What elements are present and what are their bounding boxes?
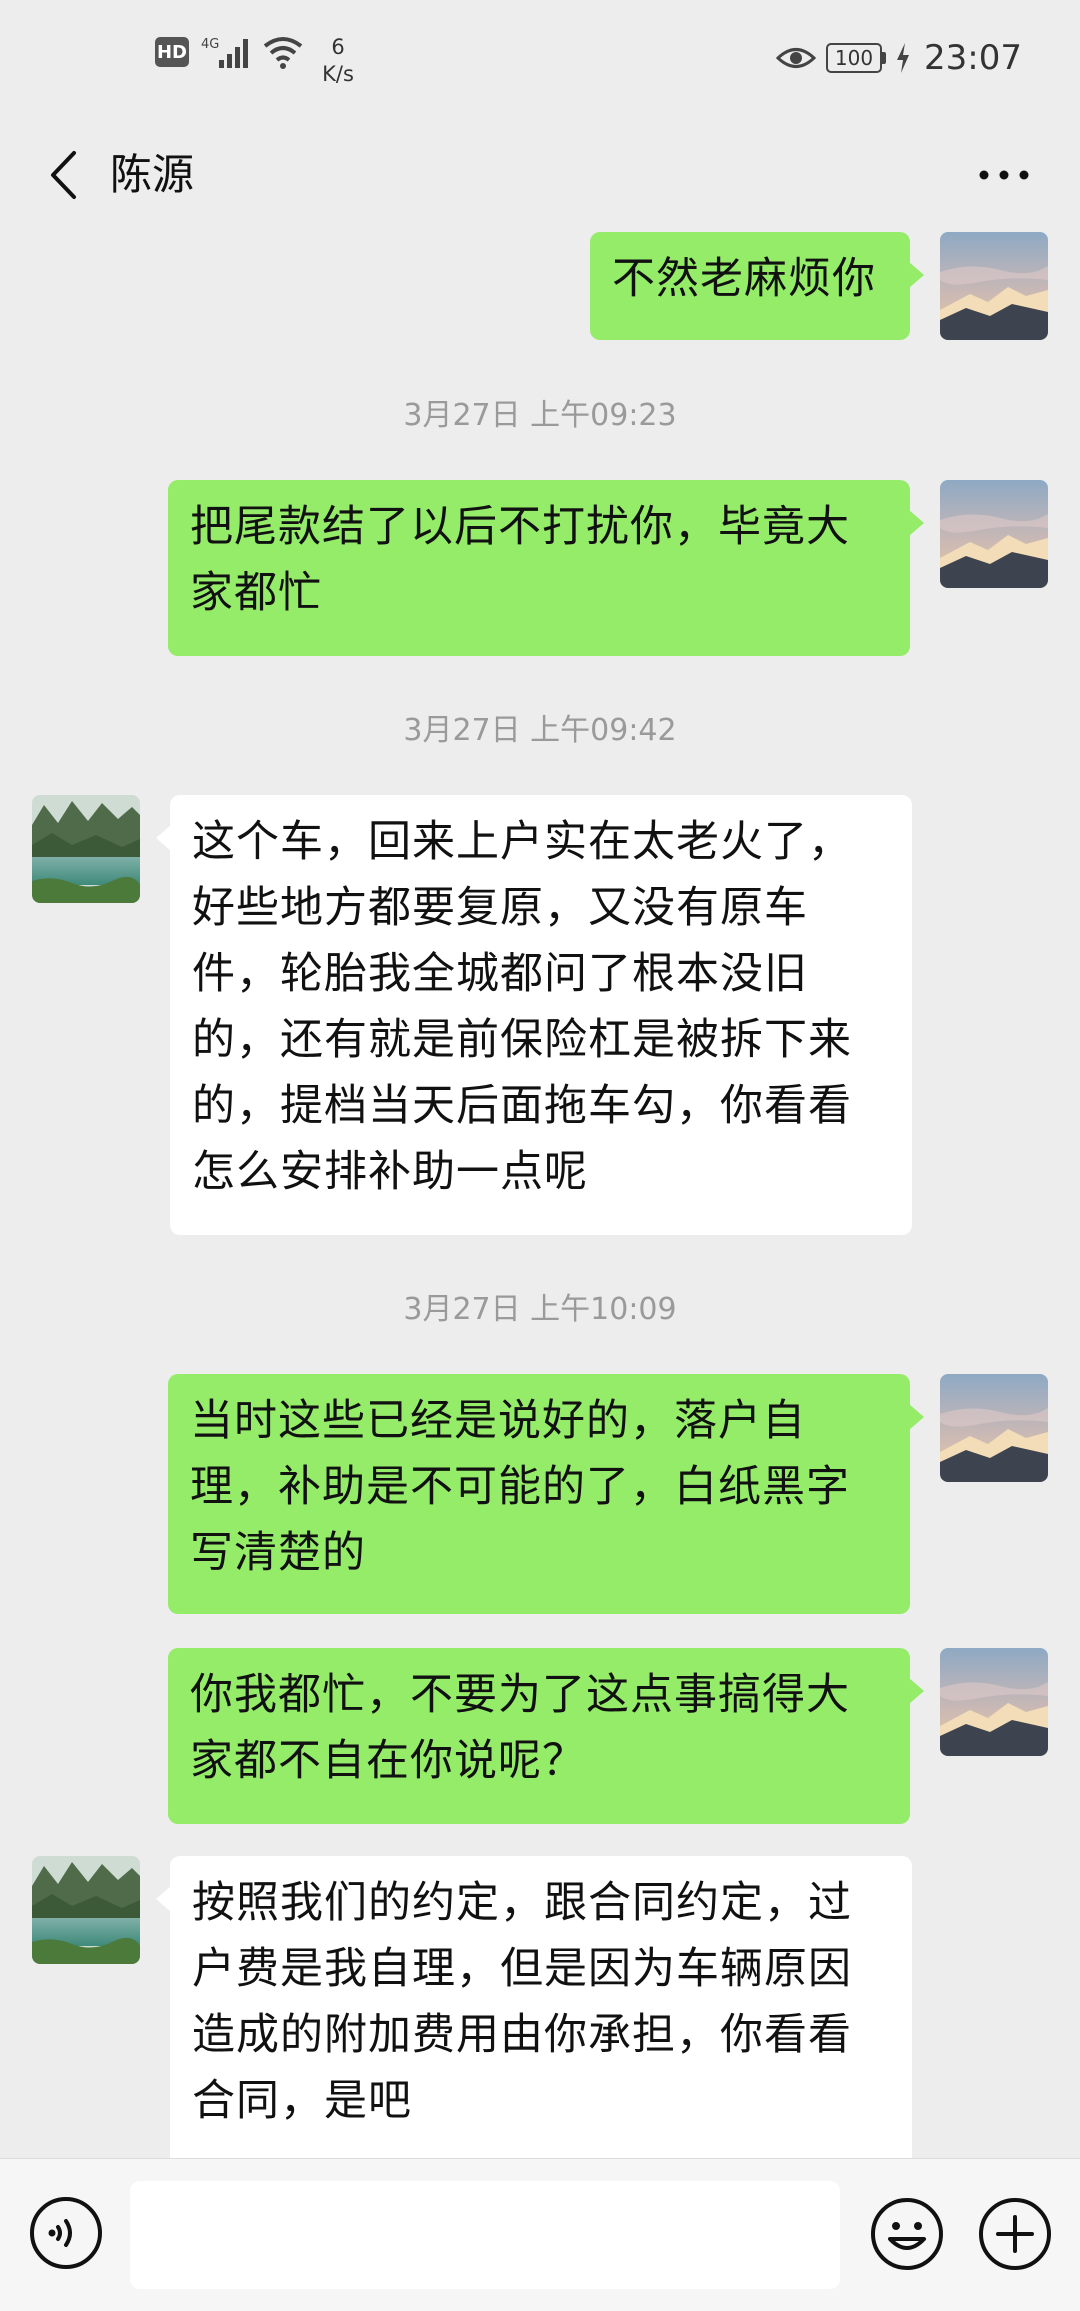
status-left: HD 4G	[155, 34, 305, 70]
charging-icon	[897, 43, 910, 73]
avatar-contact[interactable]	[32, 795, 140, 903]
avatar-self[interactable]	[940, 480, 1048, 588]
voice-icon	[30, 2197, 102, 2269]
network-type: 4G	[201, 37, 219, 52]
status-right: 100 23:07	[776, 38, 1022, 78]
battery-indicator: 100	[826, 43, 887, 73]
message-bubble-sent[interactable]: 把尾款结了以后不打扰你，毕竟大家都忙	[168, 480, 924, 656]
back-button[interactable]	[30, 142, 96, 208]
message-row: 不然老麻烦你	[0, 232, 1080, 340]
message-input[interactable]	[130, 2181, 840, 2289]
more-icon	[979, 170, 1029, 180]
avatar-self[interactable]	[940, 1374, 1048, 1482]
status-bar: HD 4G 6 K/s 100 23:07	[0, 0, 1080, 120]
battery-tip	[882, 52, 887, 64]
message-bubble-received[interactable]: 按照我们的约定，跟合同约定，过户费是我自理，但是因为车辆原因造成的附加费用由你承…	[156, 1856, 912, 2166]
message-row: 你我都忙，不要为了这点事搞得大家都不自在你说呢？	[0, 1648, 1080, 1824]
emoji-button[interactable]	[868, 2195, 946, 2273]
signal-icon: 4G	[201, 37, 248, 68]
message-row: 当时这些已经是说好的，落户自理，补助是不可能的了，白纸黑字写清楚的	[0, 1374, 1080, 1614]
message-bubble-sent[interactable]: 不然老麻烦你	[590, 232, 924, 340]
message-row: 把尾款结了以后不打扰你，毕竟大家都忙	[0, 480, 1080, 656]
back-icon	[51, 151, 76, 199]
chat-header: 陈源	[0, 120, 1080, 230]
avatar-contact[interactable]	[32, 1856, 140, 1964]
eye-icon	[776, 48, 817, 68]
message-bubble-received[interactable]: 这个车，回来上户实在太老火了，好些地方都要复原，又没有原车件，轮胎我全城都问了根…	[156, 795, 912, 1235]
chat-title: 陈源	[110, 150, 195, 199]
avatar-self[interactable]	[940, 1648, 1048, 1756]
clock: 23:07	[924, 38, 1022, 78]
network-speed-unit: K/s	[322, 62, 354, 86]
more-functions-button[interactable]	[976, 2195, 1054, 2273]
battery-level: 100	[826, 43, 883, 73]
voice-button[interactable]	[28, 2195, 104, 2271]
wifi-icon	[263, 37, 303, 69]
plus-icon	[979, 2198, 1051, 2270]
avatar-self[interactable]	[940, 232, 1048, 340]
hd-badge: HD	[155, 37, 189, 67]
more-button[interactable]	[964, 142, 1044, 208]
timestamp: 3月27日 上午09:42	[403, 713, 677, 748]
message-row: 按照我们的约定，跟合同约定，过户费是我自理，但是因为车辆原因造成的附加费用由你承…	[0, 1856, 1080, 2166]
timestamp: 3月27日 上午09:23	[403, 398, 677, 433]
message-bubble-sent[interactable]: 你我都忙，不要为了这点事搞得大家都不自在你说呢？	[168, 1648, 924, 1824]
network-speed: 6 K/s	[318, 34, 358, 88]
input-bar	[0, 2158, 1080, 2311]
message-bubble-sent[interactable]: 当时这些已经是说好的，落户自理，补助是不可能的了，白纸黑字写清楚的	[168, 1374, 924, 1614]
message-row: 这个车，回来上户实在太老火了，好些地方都要复原，又没有原车件，轮胎我全城都问了根…	[0, 795, 1080, 1235]
timestamp: 3月27日 上午10:09	[403, 1292, 677, 1327]
emoji-icon	[871, 2198, 943, 2270]
network-speed-value: 6	[331, 35, 345, 59]
